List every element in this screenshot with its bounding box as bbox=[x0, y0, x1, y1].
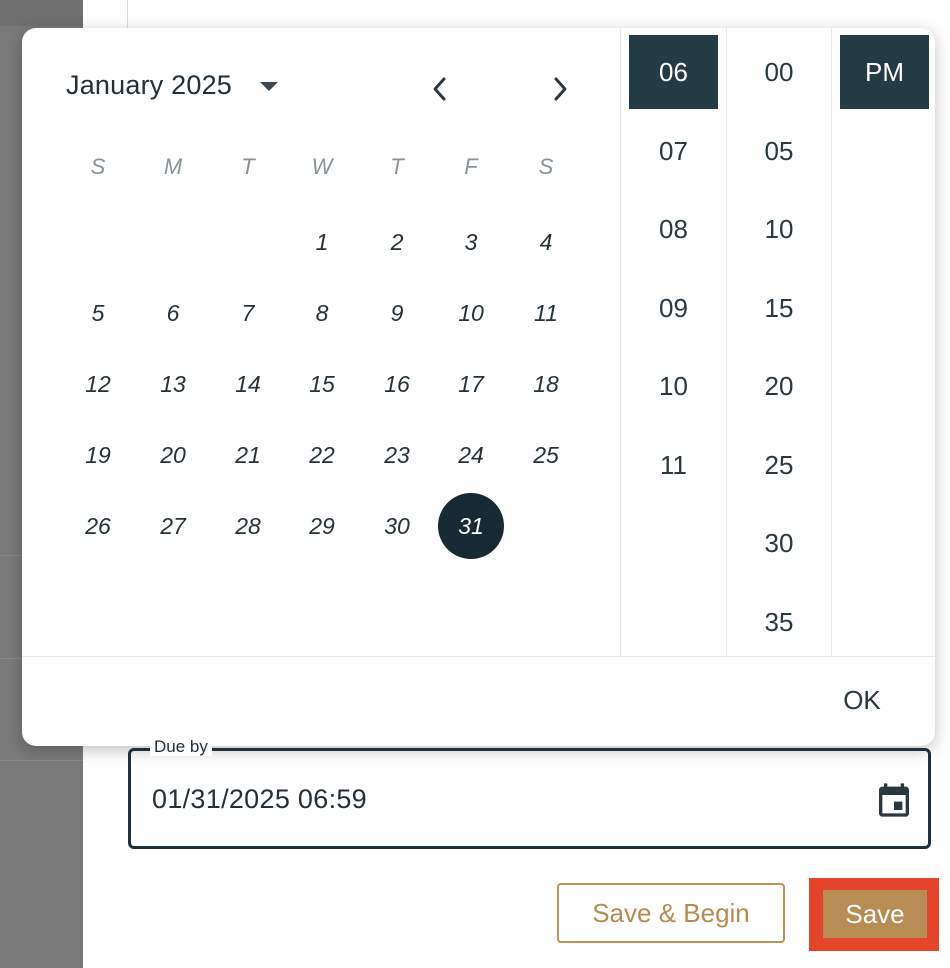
weekday-label: T bbox=[241, 154, 255, 179]
calendar-day[interactable]: 5 bbox=[65, 280, 131, 346]
datetime-picker-popup: January 2025 SMTWTFS 1 2 3 4 5 6 7 8 9 10 11 12 13 14… bbox=[22, 28, 935, 746]
hour-option[interactable]: 09 bbox=[629, 271, 718, 345]
minute-option[interactable]: 00 bbox=[734, 35, 824, 109]
calendar-day[interactable]: 7 bbox=[215, 280, 281, 346]
month-year-label[interactable]: January 2025 bbox=[66, 70, 232, 101]
next-month-button[interactable] bbox=[543, 72, 577, 106]
calendar-day[interactable]: 15 bbox=[289, 351, 355, 417]
calendar-day[interactable]: 10 bbox=[438, 280, 504, 346]
due-by-input[interactable]: 01/31/2025 06:59 bbox=[152, 784, 367, 815]
calendar-day[interactable]: 22 bbox=[289, 422, 355, 488]
weekday-label: F bbox=[464, 154, 478, 179]
calendar-day[interactable]: 16 bbox=[364, 351, 430, 417]
column-divider bbox=[620, 28, 621, 656]
calendar-day[interactable]: 8 bbox=[289, 280, 355, 346]
hour-option[interactable]: 07 bbox=[629, 114, 718, 188]
ampm-option[interactable]: PM bbox=[840, 35, 929, 109]
picker-footer-divider bbox=[22, 656, 935, 657]
calendar-day[interactable]: 11 bbox=[513, 280, 579, 346]
chevron-right-icon bbox=[554, 77, 567, 101]
calendar-day[interactable]: 1 bbox=[289, 209, 355, 275]
save-and-begin-button[interactable]: Save & Begin bbox=[557, 883, 785, 943]
minute-option[interactable]: 05 bbox=[734, 114, 824, 188]
due-by-label: Due by bbox=[150, 738, 212, 756]
calendar-day[interactable]: 26 bbox=[65, 493, 131, 559]
calendar-day[interactable]: 29 bbox=[289, 493, 355, 559]
calendar-day[interactable]: 9 bbox=[364, 280, 430, 346]
weekday-label: T bbox=[390, 154, 404, 179]
calendar-day[interactable]: 14 bbox=[215, 351, 281, 417]
calendar-day[interactable]: 12 bbox=[65, 351, 131, 417]
minute-option[interactable]: 30 bbox=[734, 506, 824, 580]
ok-button[interactable]: OK bbox=[822, 680, 902, 720]
calendar-day[interactable]: 2 bbox=[364, 209, 430, 275]
caret-down-icon[interactable] bbox=[260, 82, 278, 91]
weekday-label: M bbox=[163, 154, 183, 179]
calendar-day[interactable]: 13 bbox=[140, 351, 206, 417]
column-divider bbox=[726, 28, 727, 656]
calendar-day[interactable]: 31 bbox=[438, 493, 504, 559]
calendar-icon[interactable] bbox=[874, 780, 914, 820]
calendar-day[interactable]: 3 bbox=[438, 209, 504, 275]
minute-option[interactable]: 15 bbox=[734, 271, 824, 345]
weekday-label: S bbox=[90, 154, 106, 179]
calendar-day[interactable]: 30 bbox=[364, 493, 430, 559]
underlay-divider bbox=[0, 760, 83, 761]
calendar-day[interactable]: 27 bbox=[140, 493, 206, 559]
hour-option[interactable]: 06 bbox=[629, 35, 718, 109]
weekday-label: S bbox=[538, 154, 554, 179]
minute-option[interactable]: 25 bbox=[734, 428, 824, 502]
calendar-day[interactable]: 20 bbox=[140, 422, 206, 488]
calendar-day[interactable]: 23 bbox=[364, 422, 430, 488]
calendar-day[interactable]: 19 bbox=[65, 422, 131, 488]
calendar-day[interactable]: 18 bbox=[513, 351, 579, 417]
underlay-divider bbox=[127, 0, 128, 30]
chevron-left-icon bbox=[433, 77, 446, 101]
column-divider bbox=[831, 28, 832, 656]
calendar-header: January 2025 bbox=[22, 28, 620, 148]
previous-month-button[interactable] bbox=[423, 72, 457, 106]
weekday-label: W bbox=[311, 154, 333, 179]
calendar-day[interactable]: 17 bbox=[438, 351, 504, 417]
minute-option[interactable]: 10 bbox=[734, 192, 824, 266]
minute-option[interactable]: 20 bbox=[734, 349, 824, 423]
calendar-day[interactable]: 28 bbox=[215, 493, 281, 559]
minute-option[interactable]: 35 bbox=[734, 585, 824, 659]
calendar-day[interactable]: 25 bbox=[513, 422, 579, 488]
save-button[interactable]: Save bbox=[823, 890, 927, 938]
hour-option[interactable]: 08 bbox=[629, 192, 718, 266]
calendar-day[interactable]: 6 bbox=[140, 280, 206, 346]
hour-option[interactable]: 10 bbox=[629, 349, 718, 423]
calendar-day[interactable]: 21 bbox=[215, 422, 281, 488]
calendar-day[interactable]: 4 bbox=[513, 209, 579, 275]
calendar-icon-glyph bbox=[879, 783, 909, 817]
calendar-day[interactable]: 24 bbox=[438, 422, 504, 488]
hour-option[interactable]: 11 bbox=[629, 428, 718, 502]
